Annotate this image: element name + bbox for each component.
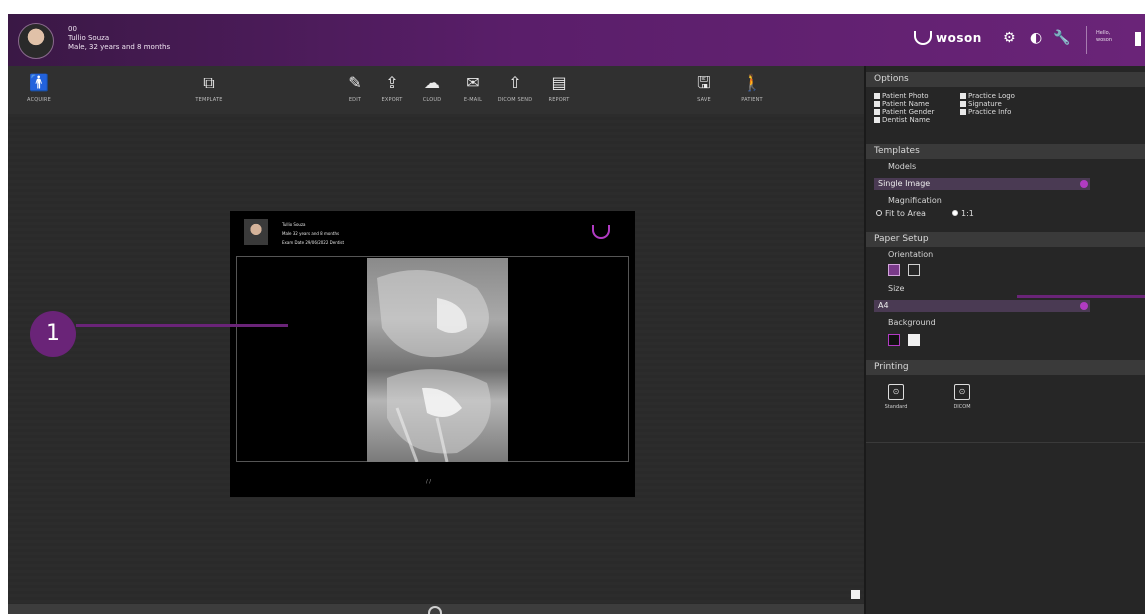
acquire-label: ACQUIRE [27,97,51,103]
settings-panel: Options Patient Photo Practice Logo Pati… [864,66,1145,614]
size-select-value: A4 [878,301,889,310]
main-toolbar: 🚹 ACQUIRE ⧉ TEMPLATE ✎ EDIT ⇪ EXPORT ☁ C… [8,66,864,114]
one-to-one-radio[interactable]: 1:1 [952,209,974,218]
magnification-label: Magnification [888,196,942,205]
landscape-orientation-icon[interactable] [888,264,900,276]
preview-page-indicator: / / [426,479,431,485]
practice-info-checkbox[interactable]: Practice Info [960,108,1011,116]
brand-mark-icon [914,31,932,45]
orientation-label: Orientation [888,250,934,259]
preview-patient-details: Male 32 years and 8 months [282,231,340,236]
header-divider [1086,26,1087,54]
callout-pointer-line-right [1017,295,1145,298]
patient-avatar[interactable] [18,23,54,59]
app-header: 00 Tullio Souza Male, 32 years and 8 mon… [8,14,1145,66]
paper-setup-header: Paper Setup [866,232,1145,247]
preview-practice-logo [592,225,610,239]
report-icon: ▤ [551,73,567,92]
patient-label: PATIENT [741,97,763,103]
patient-photo-checkbox[interactable]: Patient Photo [874,92,929,100]
options-header: Options [866,72,1145,87]
dicom-print-button[interactable]: ⊙ DICOM [944,384,980,410]
contrast-icon[interactable]: ◐ [1030,30,1042,46]
preview-patient-info: Tullio Souza Male 32 years and 8 months … [282,220,344,247]
callout-pointer-line [76,324,288,327]
patient-icon: 🚶 [742,73,762,92]
xray-shapes [377,270,491,462]
models-select[interactable]: Single Image [874,178,1090,190]
portrait-orientation-icon[interactable] [908,264,920,276]
greeting-line1: Hello, [1096,30,1111,36]
printing-divider [866,442,1145,443]
patient-info: 00 Tullio Souza Male, 32 years and 8 mon… [68,25,170,52]
background-label: Background [888,318,936,327]
dicom-label: DICOM [953,404,971,410]
expand-up-icon[interactable] [428,606,442,614]
preview-exam-info: Exam Date 29/06/2022 Dentist [282,240,345,245]
callout-badge: 1 [30,311,76,357]
wrench-icon[interactable]: 🔧 [1053,30,1070,46]
brand-logo: woson [914,31,982,45]
app-window: 00 Tullio Souza Male, 32 years and 8 mon… [8,14,1145,614]
preview-patient-name: Tullio Souza [282,222,306,227]
template-label: TEMPLATE [195,97,223,103]
printer-icon: ⊙ [888,384,904,400]
background-white-swatch[interactable] [908,334,920,346]
print-preview-page: Tullio Souza Male 32 years and 8 months … [230,211,635,497]
acquire-icon: 🚹 [29,73,49,92]
practice-logo-checkbox[interactable]: Practice Logo [960,92,1015,100]
models-label: Models [888,162,917,171]
patient-gender-checkbox[interactable]: Patient Gender [874,108,934,116]
printing-header: Printing [866,360,1145,375]
patient-name-checkbox[interactable]: Patient Name [874,100,929,108]
greeting: Hello, woson [1096,30,1112,44]
models-select-value: Single Image [878,179,931,188]
brand-name: woson [936,31,982,45]
size-select[interactable]: A4 [874,300,1090,312]
template-button[interactable]: ⧉ TEMPLATE [179,73,239,104]
preview-patient-photo [244,219,268,245]
dentist-name-checkbox[interactable]: Dentist Name [874,116,930,124]
signature-checkbox[interactable]: Signature [960,100,1002,108]
standard-label: Standard [884,404,908,410]
templates-header: Templates [866,144,1145,159]
dropdown-icon [1080,180,1088,188]
size-label: Size [888,284,905,293]
background-black-swatch[interactable] [888,334,900,346]
logout-icon[interactable] [1135,32,1141,46]
patient-button[interactable]: 🚶 PATIENT [722,73,782,104]
preview-image-area [236,256,629,462]
template-icon: ⧉ [203,73,215,92]
report-button[interactable]: ▤ REPORT [529,73,589,104]
greeting-line2: woson [1096,37,1112,43]
patient-details: Male, 32 years and 8 months [68,43,171,51]
report-label: REPORT [548,97,570,103]
printer-icon: ⊙ [954,384,970,400]
xray-image[interactable] [367,258,508,462]
dropdown-icon [1080,302,1088,310]
fit-to-area-radio[interactable]: Fit to Area [876,209,926,218]
patient-id: 00 [68,25,77,33]
fullscreen-icon[interactable] [851,590,860,599]
gear-icon[interactable]: ⚙ [1003,30,1016,46]
standard-print-button[interactable]: ⊙ Standard [878,384,914,410]
acquire-button[interactable]: 🚹 ACQUIRE [9,73,69,104]
patient-name: Tullio Souza [68,34,110,42]
